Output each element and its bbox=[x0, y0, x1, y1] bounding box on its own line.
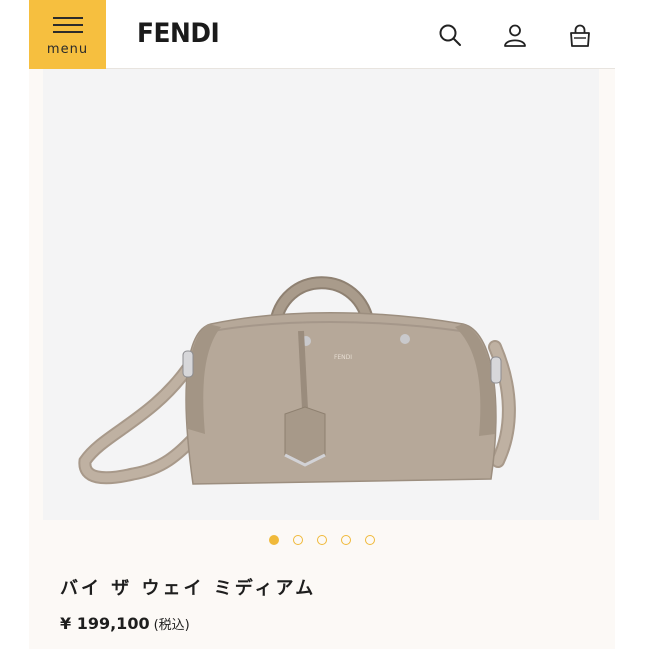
carousel-dot-5[interactable] bbox=[365, 535, 375, 545]
carousel-dot-4[interactable] bbox=[341, 535, 351, 545]
site-header: menu FENDI bbox=[29, 0, 615, 69]
brand-logo[interactable]: FENDI bbox=[137, 18, 220, 49]
menu-label: menu bbox=[46, 42, 89, 57]
hamburger-icon bbox=[53, 17, 83, 33]
tax-note: (税込) bbox=[153, 618, 190, 633]
page: menu FENDI FENDI バイ ザ ウェイ ミディアム ¥ 199,10… bbox=[29, 0, 615, 649]
carousel-dots bbox=[29, 535, 615, 547]
handbag-image: FENDI bbox=[78, 276, 516, 485]
product-image[interactable]: FENDI bbox=[43, 69, 599, 520]
product-name: バイ ザ ウェイ ミディアム bbox=[60, 578, 317, 599]
carousel-dot-3[interactable] bbox=[317, 535, 327, 545]
carousel-dot-2[interactable] bbox=[293, 535, 303, 545]
bag-logo-stamp: FENDI bbox=[334, 354, 352, 361]
search-icon[interactable] bbox=[437, 22, 463, 48]
product-price: ¥ 199,100 bbox=[60, 614, 150, 633]
account-icon[interactable] bbox=[502, 22, 528, 48]
price-row: ¥ 199,100 (税込) bbox=[60, 614, 190, 634]
menu-button[interactable]: menu bbox=[29, 0, 106, 69]
carousel-dot-1[interactable] bbox=[269, 535, 279, 545]
shopping-bag-icon[interactable] bbox=[567, 22, 593, 48]
